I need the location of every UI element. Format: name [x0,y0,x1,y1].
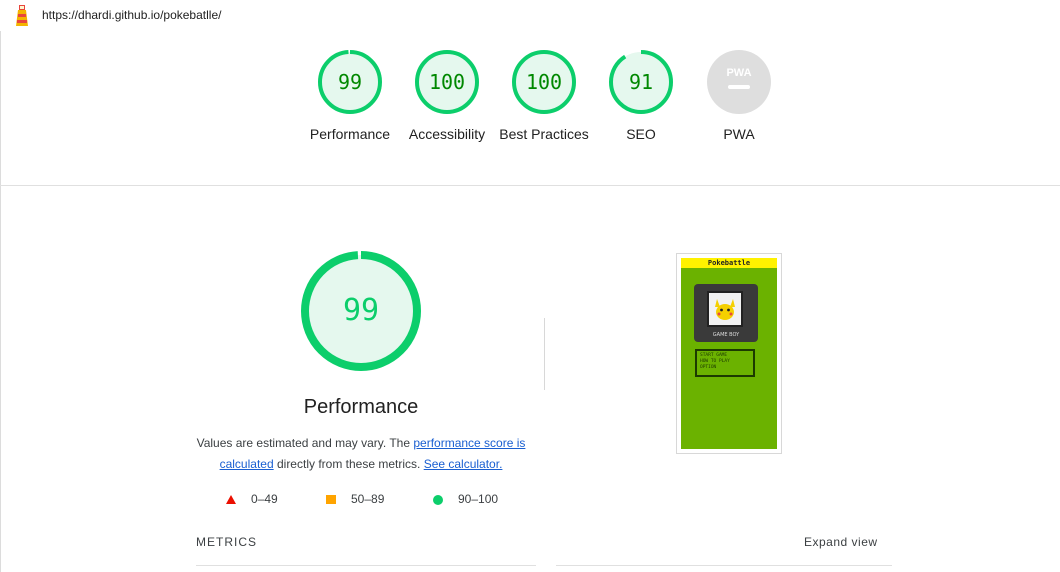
score-value: 99 [338,70,362,94]
legend-fail: 0–49 [226,490,278,508]
lighthouse-icon [16,5,28,26]
score-gauges: 99 Performance 100 Accessibility 100 Bes… [0,31,1060,186]
score-ring: 100 [415,50,479,114]
final-screenshot[interactable]: Pokebattle GAME BOY START GAME HOW TO PL… [676,253,782,454]
gauge-accessibility[interactable]: 100 Accessibility [397,49,497,144]
gauge-label: Accessibility [408,126,486,142]
score-ring: 99 [318,50,382,114]
score-value: 100 [526,70,562,94]
legend-label: 50–89 [351,492,385,506]
score-ring: 91 [609,50,673,114]
performance-score: 99 [343,293,379,328]
desc-text: directly from these metrics. [273,457,424,471]
legend-pass: 90–100 [433,490,498,508]
square-icon [326,495,336,505]
performance-description: Values are estimated and may vary. The p… [196,433,526,475]
screenshot-banner: Pokebattle [681,258,777,268]
gauge-label: Best Practices [499,126,589,142]
gameboy-image: GAME BOY [694,284,758,342]
score-ring: 100 [512,50,576,114]
url-bar: https://dhardi.github.io/pokebatlle/ [0,0,1060,31]
metrics-heading: METRICS [196,535,257,549]
menu-item: OPTION [700,365,717,370]
pikachu-image [707,291,743,327]
score-value: PWA [726,67,751,79]
gauge-label: Performance [309,126,391,142]
pwa-badge-icon: PWA [707,50,771,114]
gauge-pwa[interactable]: PWA PWA [689,49,789,144]
gauge-best-practices[interactable]: 100 Best Practices [494,49,594,144]
gameboy-logo: GAME BOY [712,332,740,338]
divider [196,565,536,566]
gauge-performance[interactable]: 99 Performance [300,49,400,144]
legend-label: 90–100 [458,492,499,506]
score-value: 91 [629,70,653,94]
desc-text: Values are estimated and may vary. The [196,436,414,450]
screenshot-content: Pokebattle GAME BOY START GAME HOW TO PL… [681,258,777,449]
legend-label: 0–49 [251,492,278,506]
gauge-seo[interactable]: 91 SEO [591,49,691,144]
divider [556,565,892,566]
performance-gauge: 99 [301,251,421,371]
gauge-label: PWA [723,126,755,142]
page-url[interactable]: https://dhardi.github.io/pokebatlle/ [42,8,221,22]
divider [544,318,545,390]
see-calculator-link[interactable]: See calculator. [424,457,503,471]
score-value: 100 [429,70,465,94]
triangle-icon [226,495,236,505]
game-menu: START GAME HOW TO PLAY OPTION [695,349,755,377]
expand-view-toggle[interactable]: Expand view [804,535,878,549]
circle-icon [433,494,443,505]
score-legend: 0–49 50–89 90–100 [196,490,526,510]
legend-average: 50–89 [326,490,384,508]
gauge-label: SEO [626,126,656,142]
performance-title: Performance [303,396,419,418]
